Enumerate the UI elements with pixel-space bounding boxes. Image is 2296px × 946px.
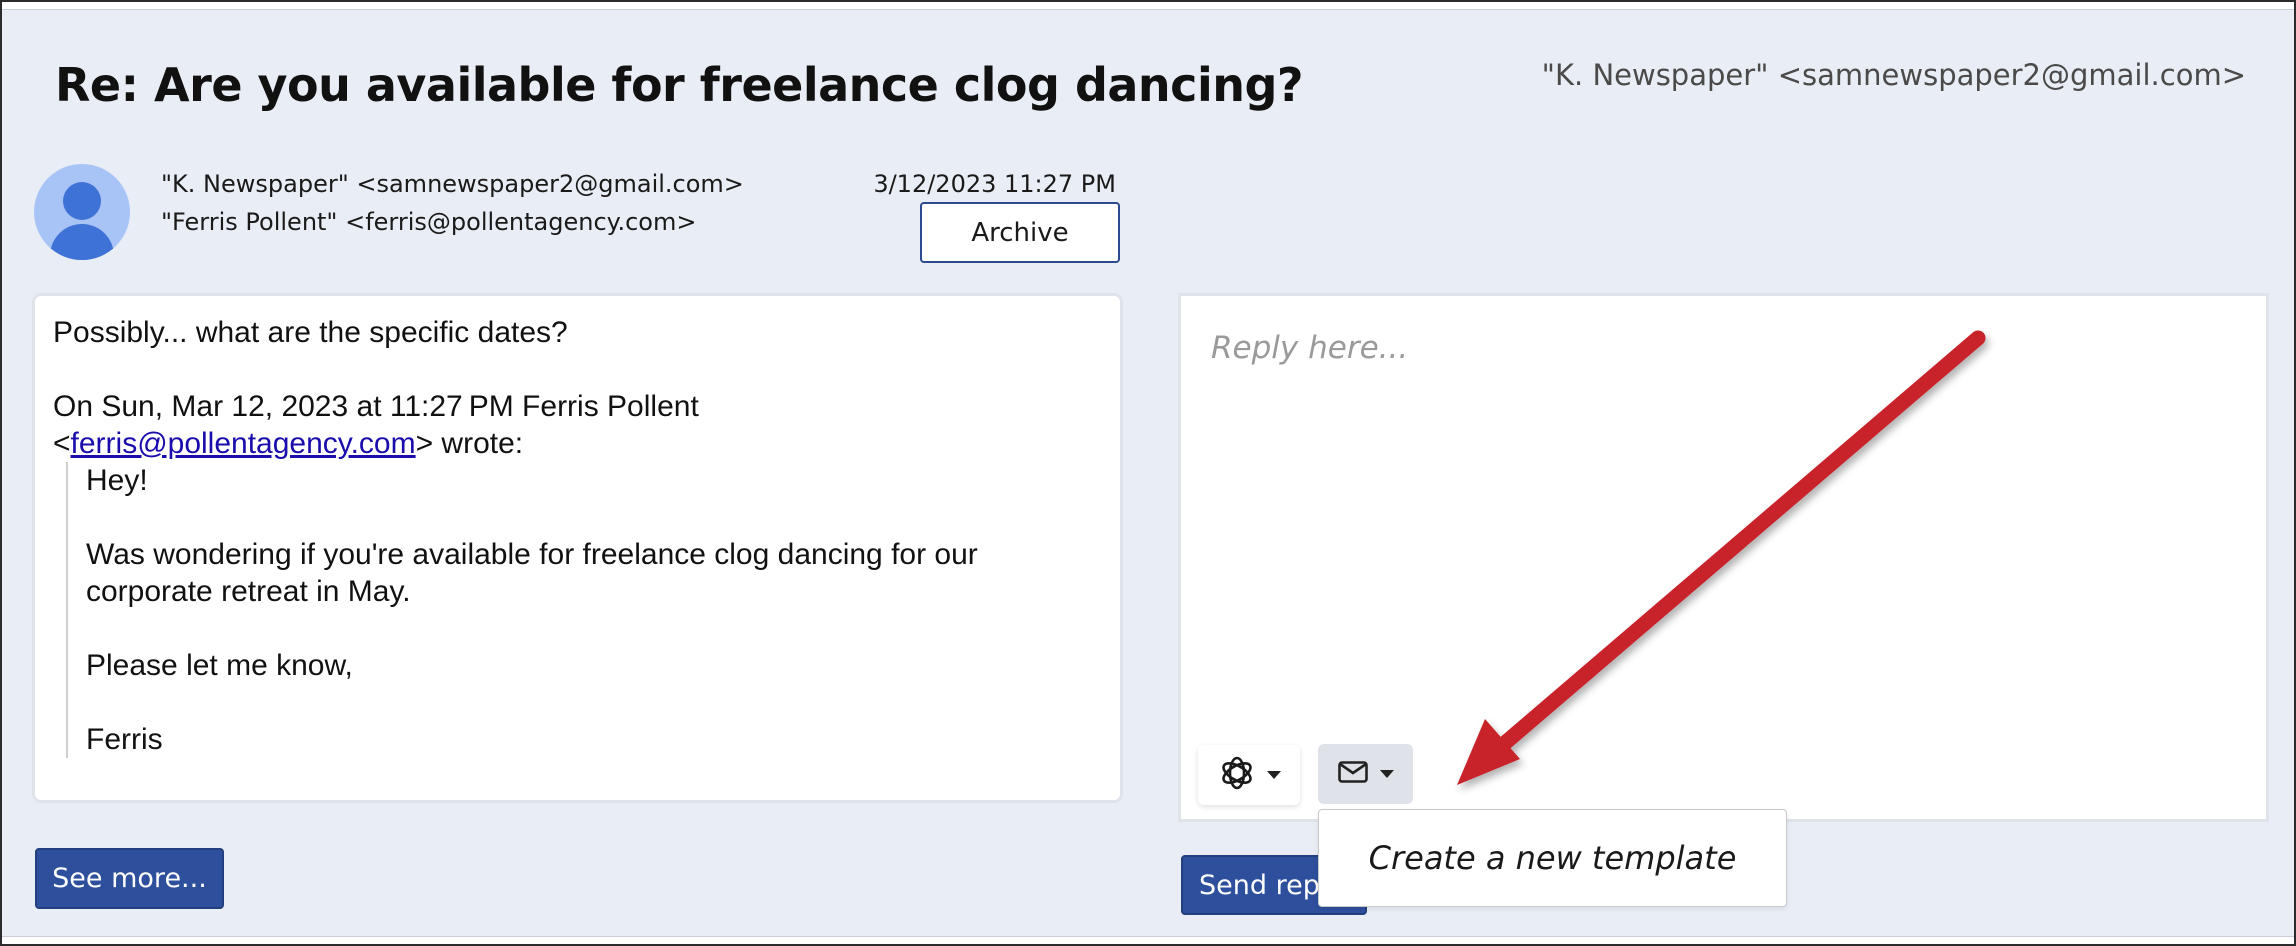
attribution-prefix: On Sun, Mar 12, 2023 at 11:27 PM Ferris … <box>53 390 699 423</box>
quote-signature: Ferris <box>86 723 163 756</box>
top-border <box>2 2 2294 10</box>
email-window: Re: Are you available for freelance clog… <box>0 0 2296 946</box>
message-body: Possibly... what are the specific dates?… <box>35 296 1120 800</box>
quote-closing: Please let me know, <box>86 649 353 682</box>
template-dropdown-menu: Create a new template <box>1318 809 1787 907</box>
sender-email-link[interactable]: ferris@pollentagency.com <box>71 427 416 460</box>
chevron-down-icon <box>1267 771 1281 779</box>
envelope-icon <box>1337 760 1368 788</box>
email-subject: Re: Are you available for freelance clog… <box>55 58 1304 112</box>
reply-input[interactable] <box>1181 296 2266 819</box>
template-button[interactable] <box>1318 744 1413 804</box>
to-address: "Ferris Pollent" <ferris@pollentagency.c… <box>161 208 697 236</box>
ai-assist-button[interactable] <box>1198 745 1300 805</box>
create-template-menu-item[interactable]: Create a new template <box>1369 839 1737 877</box>
reply-text: Possibly... what are the specific dates? <box>53 316 568 349</box>
attribution-suffix: > wrote: <box>415 427 524 460</box>
from-address: "K. Newspaper" <samnewspaper2@gmail.com> <box>161 170 744 198</box>
attribution-open: < <box>53 427 71 460</box>
see-more-button[interactable]: See more... <box>35 848 224 909</box>
quote-body: Was wondering if you're available for fr… <box>86 538 978 608</box>
openai-icon <box>1217 753 1257 798</box>
quoted-message: Hey! Was wondering if you're available f… <box>66 462 1102 758</box>
archive-button[interactable]: Archive <box>920 202 1120 263</box>
quote-attribution: On Sun, Mar 12, 2023 at 11:27 PM Ferris … <box>53 388 1102 462</box>
account-address: "K. Newspaper" <samnewspaper2@gmail.com> <box>1541 58 2246 92</box>
avatar-body <box>50 224 114 260</box>
chevron-down-icon <box>1379 770 1394 778</box>
avatar <box>34 164 130 260</box>
bottom-border <box>2 936 2294 944</box>
avatar-head <box>63 182 101 220</box>
quote-greeting: Hey! <box>86 464 148 497</box>
reply-box <box>1181 296 2266 819</box>
message-date: 3/12/2023 11:27 PM <box>873 170 1116 198</box>
